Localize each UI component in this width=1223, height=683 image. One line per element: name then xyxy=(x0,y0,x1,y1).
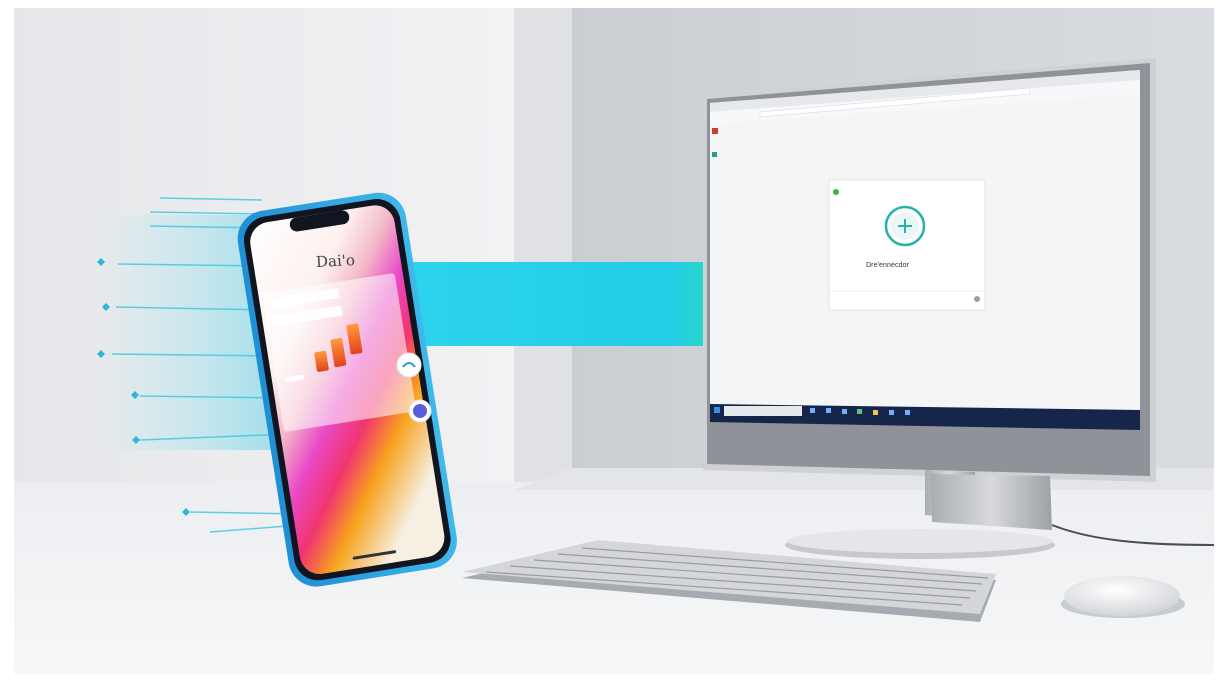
monitor-address-bar[interactable] xyxy=(760,100,1030,110)
dialog-add-button[interactable] xyxy=(886,207,924,245)
dialog-title: Dre'ennecdor xyxy=(866,262,910,269)
scene: Dai'o Dre'ennecdor xyxy=(0,0,1223,683)
search-input[interactable] xyxy=(724,406,802,416)
windows-start-icon xyxy=(714,407,720,413)
phone-screen-title: Dai'o xyxy=(315,250,356,272)
scene-illustration xyxy=(0,0,1223,683)
dialog-settings-button[interactable] xyxy=(972,294,982,304)
